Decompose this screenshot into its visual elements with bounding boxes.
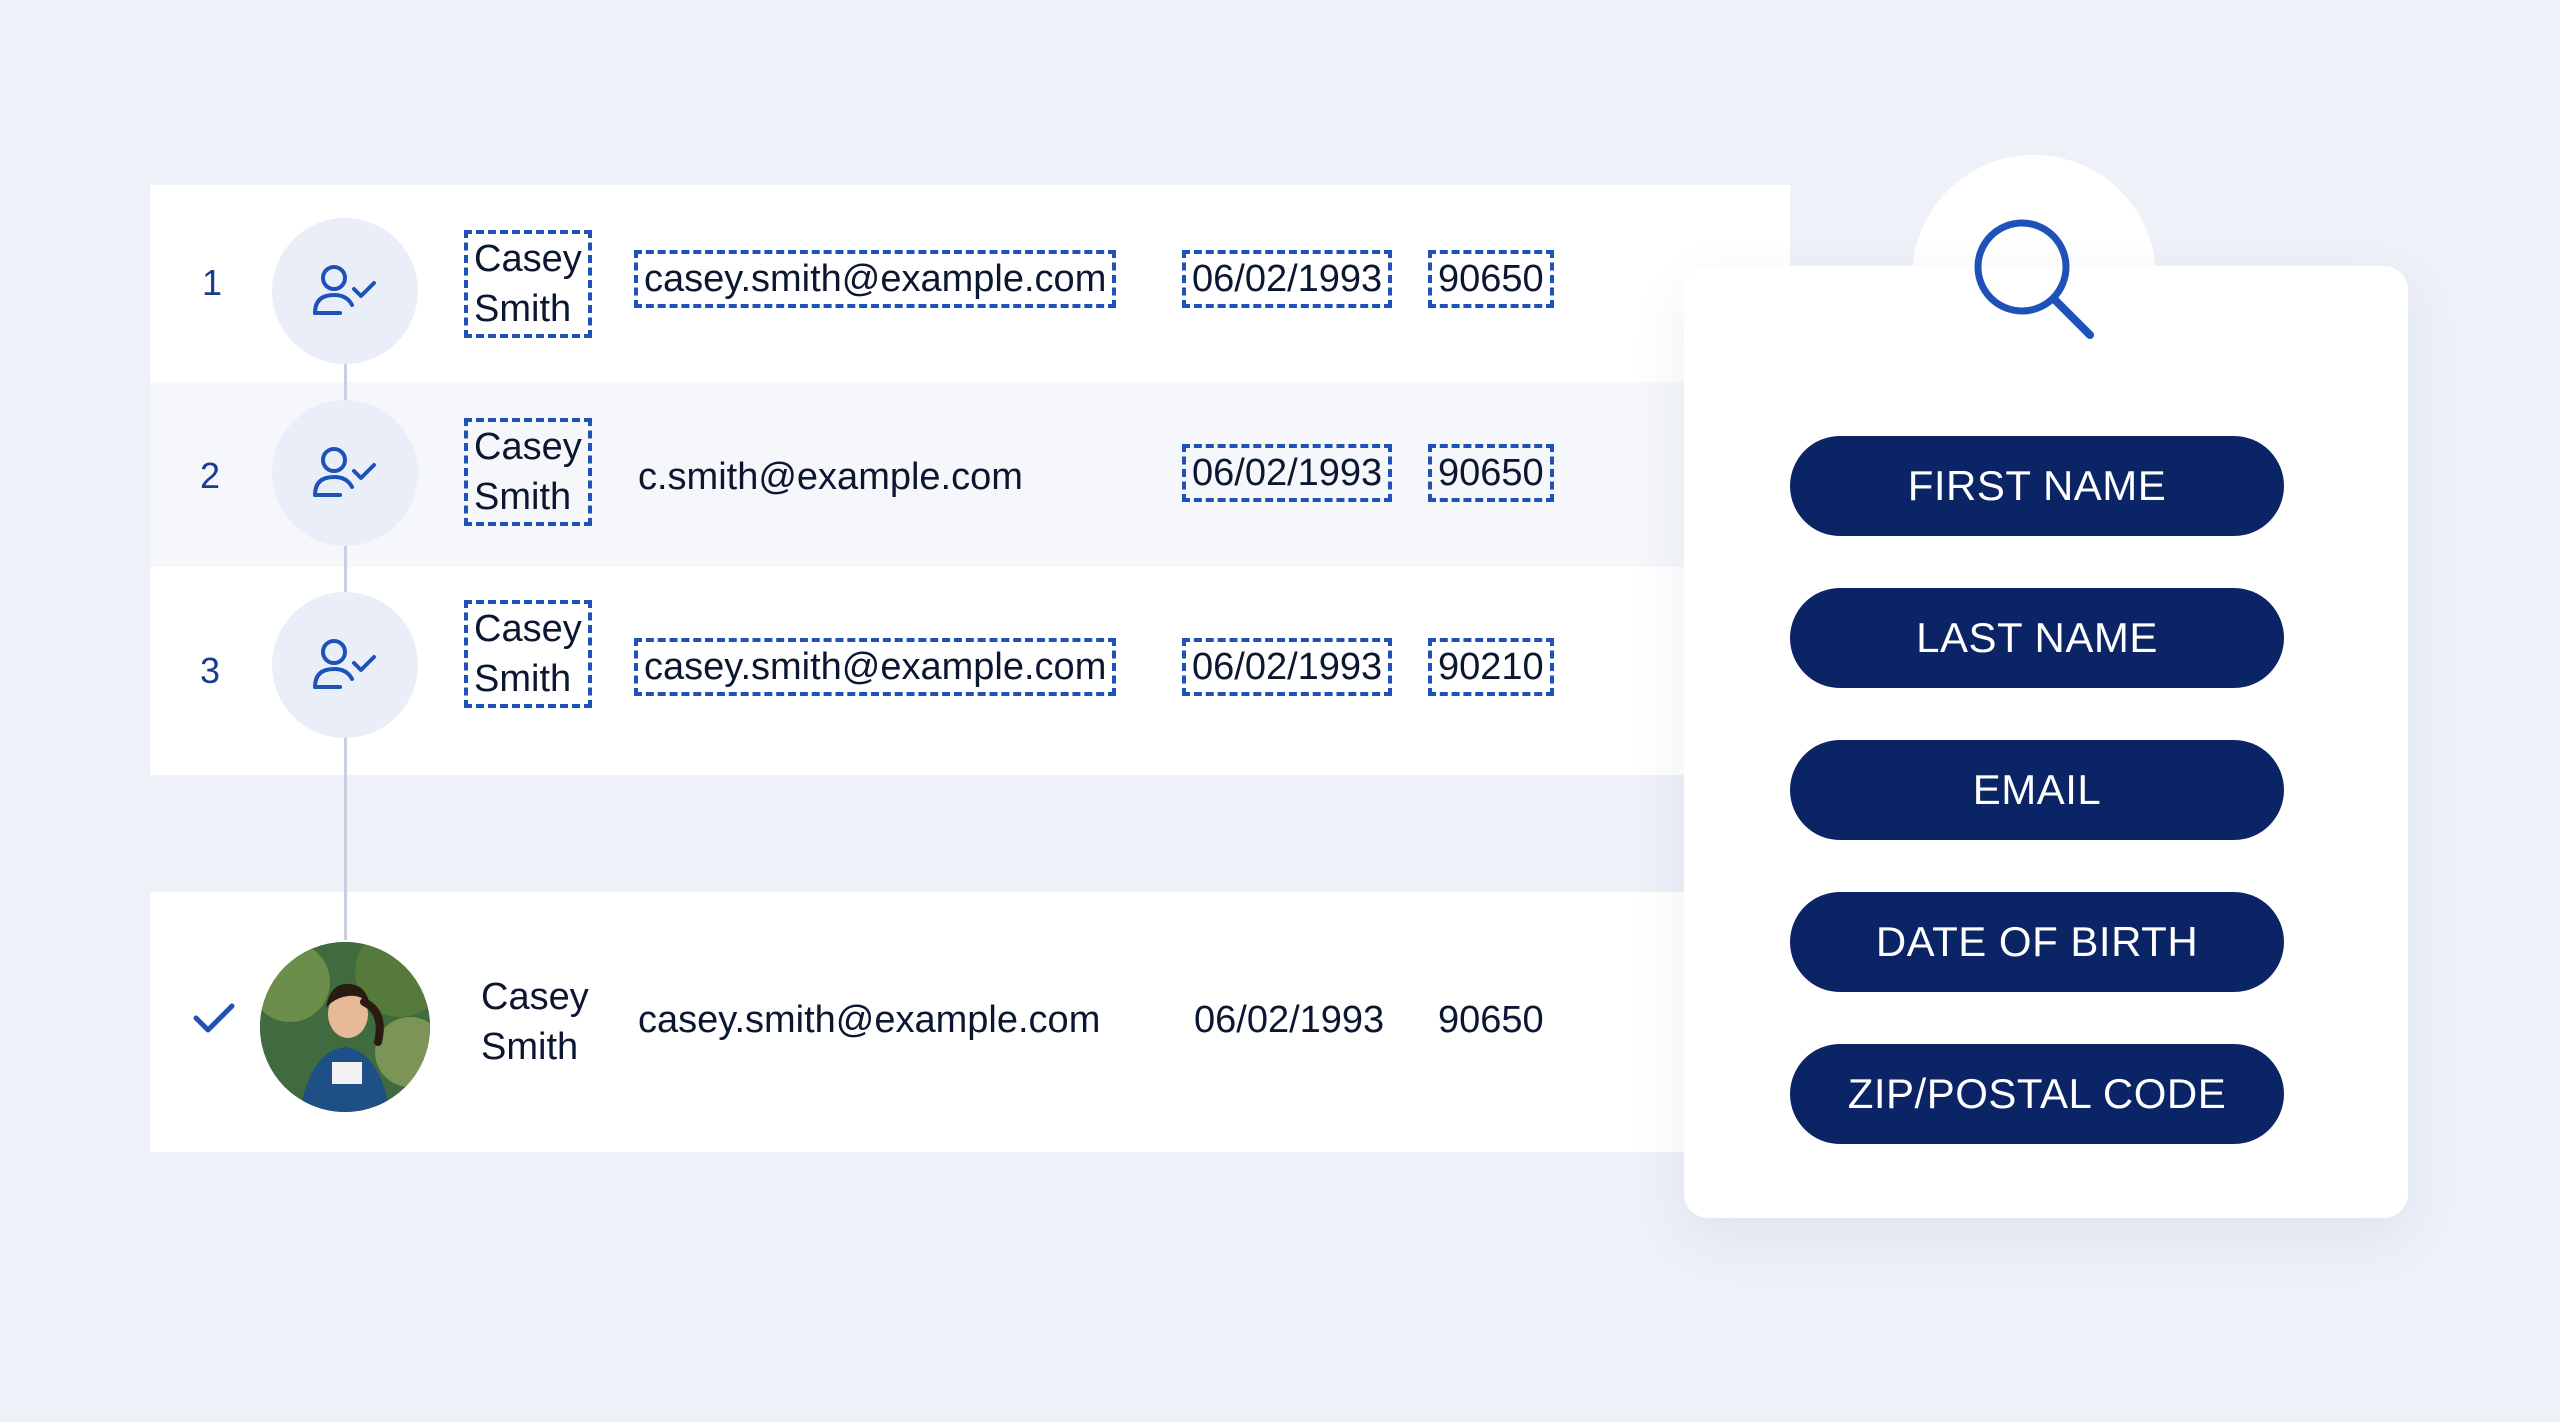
first-last-name: Casey Smith (464, 418, 592, 526)
first-name: Casey (474, 608, 582, 650)
avatar (260, 942, 430, 1112)
zip-value: 90650 (1428, 250, 1554, 308)
email-value: casey.smith@example.com (634, 250, 1117, 308)
email-value: casey.smith@example.com (638, 999, 1101, 1041)
dob-value: 06/02/1993 (1182, 250, 1393, 308)
last-name: Smith (481, 1026, 579, 1068)
first-name-criteria-button[interactable]: FIRST NAME (1790, 436, 2284, 536)
first-last-name: Casey Smith (464, 230, 592, 338)
date-of-birth-criteria-button[interactable]: DATE OF BIRTH (1790, 892, 2284, 992)
user-check-icon (272, 400, 418, 546)
email-criteria-button[interactable]: EMAIL (1790, 740, 2284, 840)
first-name: Casey (474, 238, 582, 280)
user-check-icon (272, 218, 418, 364)
zip-value: 90210 (1428, 638, 1554, 696)
first-name: Casey (481, 976, 589, 1018)
email-value: casey.smith@example.com (634, 638, 1117, 696)
first-last-name: Casey Smith (464, 600, 592, 708)
last-name: Smith (474, 288, 572, 330)
zip-postal-code-criteria-button[interactable]: ZIP/POSTAL CODE (1790, 1044, 2284, 1144)
last-name: Smith (474, 476, 572, 518)
zip-value: 90650 (1428, 444, 1554, 502)
search-icon (1960, 205, 2110, 355)
first-last-name: Casey Smith (481, 972, 589, 1072)
dob-value: 06/02/1993 (1194, 999, 1385, 1041)
user-check-icon (272, 592, 418, 738)
last-name: Smith (474, 658, 572, 700)
zip-value: 90650 (1438, 999, 1544, 1041)
first-name: Casey (474, 426, 582, 468)
record-index: 2 (200, 455, 221, 496)
email-value: c.smith@example.com (638, 456, 1023, 498)
last-name-criteria-button[interactable]: LAST NAME (1790, 588, 2284, 688)
record-index: 1 (202, 262, 223, 303)
check-icon (192, 1000, 236, 1041)
dob-value: 06/02/1993 (1182, 638, 1393, 696)
dob-value: 06/02/1993 (1182, 444, 1393, 502)
record-index: 3 (200, 650, 221, 691)
